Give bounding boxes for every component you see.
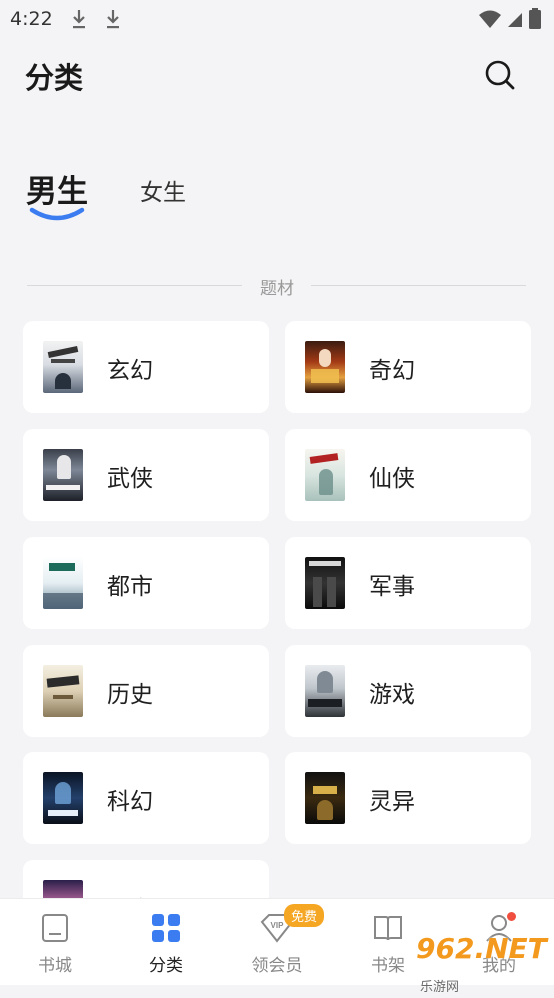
category-label: 历史 [107,682,153,708]
nav-label: 书城 [38,956,72,976]
category-card-xianxia[interactable]: 仙侠 [285,429,531,521]
status-time: 4:22 [10,8,53,30]
download-icon [107,10,119,29]
tab-female[interactable]: 女生 [140,173,186,207]
watermark-main: 962.NET [416,932,547,965]
section-label: 题材 [260,279,294,299]
nav-item-bookcity[interactable]: 书城 [0,899,110,985]
book-cover [305,449,345,501]
section-divider: 题材 [27,274,527,299]
watermark: 962.NET 乐游网 [416,932,554,998]
tab-male[interactable]: 男生 [26,166,88,211]
category-label: 都市 [107,574,153,600]
book-cover [43,557,83,609]
divider-line [311,285,526,286]
free-badge: 免费 [284,904,325,927]
wifi-icon [479,10,501,28]
watermark-sub: 乐游网 [420,980,460,995]
active-tab-indicator [29,207,85,221]
search-button[interactable] [480,55,520,95]
book-cover [305,341,345,393]
category-label: 灵异 [369,789,415,815]
category-label: 仙侠 [369,466,415,492]
book-cover [305,772,345,824]
category-card-youxi[interactable]: 游戏 [285,645,531,737]
category-card-lingyi[interactable]: 灵异 [285,752,531,844]
book-cover [305,557,345,609]
status-icons [478,8,542,30]
category-label: 武侠 [107,466,153,492]
nav-label: 领会员 [251,956,303,976]
category-label: 玄幻 [107,358,153,384]
status-bar: 4:22 [0,0,554,40]
category-card-wuxia[interactable]: 武侠 [23,429,269,521]
category-card-dushi[interactable]: 都市 [23,537,269,629]
category-card-qihuan[interactable]: 奇幻 [285,321,531,413]
category-label: 科幻 [107,789,153,815]
category-card-kehuan[interactable]: 科幻 [23,752,269,844]
download-icon [73,10,85,29]
book-cover [43,449,83,501]
category-label: 游戏 [369,682,415,708]
bookshelf-icon [374,916,402,941]
book-city-icon [42,914,68,942]
battery-icon [529,8,541,29]
signal-icon [508,13,522,27]
book-cover [43,665,83,717]
book-cover [43,772,83,824]
nav-label: 分类 [149,956,183,976]
page-title: 分类 [25,61,84,95]
notification-dot [507,912,516,921]
category-card-lishi[interactable]: 历史 [23,645,269,737]
category-card-xuanhuan[interactable]: 玄幻 [23,321,269,413]
book-cover [43,341,83,393]
category-label: 奇幻 [369,358,415,384]
book-cover [305,665,345,717]
category-label: 军事 [369,574,415,600]
category-grid-icon [152,914,180,942]
search-icon [485,60,515,90]
nav-item-category[interactable]: 分类 [111,899,221,985]
svg-text:VIP: VIP [271,921,285,930]
category-card-junshi[interactable]: 军事 [285,537,531,629]
